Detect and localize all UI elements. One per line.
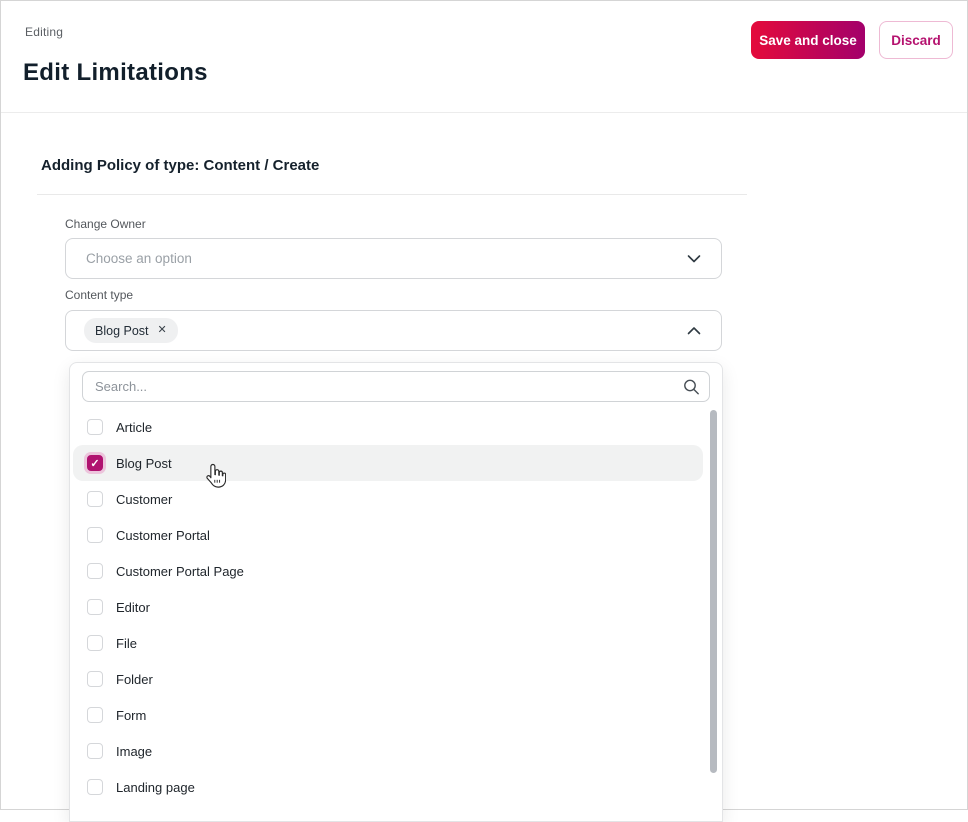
option-checkbox[interactable] xyxy=(87,671,103,687)
option-row[interactable]: Editor xyxy=(73,589,703,625)
option-checkbox[interactable] xyxy=(87,635,103,651)
option-label: Form xyxy=(116,707,147,723)
page-title: Edit Limitations xyxy=(23,59,208,86)
option-label: Editor xyxy=(116,599,150,615)
option-label: File xyxy=(116,635,137,651)
content-type-options: Article Blog Post Customer Customer Port… xyxy=(70,409,722,821)
chip-label: Blog Post xyxy=(95,323,149,338)
change-owner-placeholder: Choose an option xyxy=(86,251,192,266)
option-label: Article xyxy=(116,419,153,435)
scrollbar-thumb[interactable] xyxy=(710,410,717,773)
option-row[interactable]: Customer Portal xyxy=(73,517,703,553)
option-row[interactable]: Article xyxy=(73,409,703,445)
dropdown-scrollbar[interactable] xyxy=(710,409,718,821)
dropdown-search xyxy=(82,371,710,402)
option-label: Folder xyxy=(116,671,153,687)
option-checkbox[interactable] xyxy=(87,455,103,471)
option-row[interactable]: File xyxy=(73,625,703,661)
discard-button[interactable]: Discard xyxy=(879,21,953,59)
search-input[interactable] xyxy=(82,371,710,402)
option-row[interactable]: Image xyxy=(73,733,703,769)
content-type-label: Content type xyxy=(65,288,134,302)
option-checkbox[interactable] xyxy=(87,527,103,543)
option-row[interactable]: Customer xyxy=(73,481,703,517)
option-row[interactable]: Customer Portal Page xyxy=(73,553,703,589)
content-type-select[interactable]: Blog Post ✕ xyxy=(65,310,722,351)
chevron-down-icon xyxy=(685,250,703,268)
option-row[interactable]: Form xyxy=(73,697,703,733)
breadcrumb: Editing xyxy=(25,25,64,39)
option-checkbox[interactable] xyxy=(87,707,103,723)
section-divider xyxy=(37,194,747,195)
selected-chip-blog-post[interactable]: Blog Post ✕ xyxy=(84,318,178,343)
chevron-up-icon xyxy=(685,322,703,340)
option-label: Image xyxy=(116,743,153,759)
option-checkbox[interactable] xyxy=(87,779,103,795)
option-label: Customer xyxy=(116,491,173,507)
option-checkbox[interactable] xyxy=(87,563,103,579)
content-type-dropdown: Article Blog Post Customer Customer Port… xyxy=(69,362,723,822)
chip-remove-icon[interactable]: ✕ xyxy=(158,325,167,336)
option-checkbox[interactable] xyxy=(87,599,103,615)
option-label: Customer Portal xyxy=(116,527,210,543)
save-and-close-button[interactable]: Save and close xyxy=(751,21,865,59)
option-label: Landing page xyxy=(116,779,195,795)
option-label: Blog Post xyxy=(116,455,172,471)
change-owner-select[interactable]: Choose an option xyxy=(65,238,722,279)
option-checkbox[interactable] xyxy=(87,491,103,507)
option-checkbox[interactable] xyxy=(87,743,103,759)
policy-section-title: Adding Policy of type: Content / Create xyxy=(41,157,320,174)
option-row[interactable]: Blog Post xyxy=(73,445,703,481)
option-label: Customer Portal Page xyxy=(116,563,244,579)
change-owner-label: Change Owner xyxy=(65,217,146,231)
option-row[interactable]: Folder xyxy=(73,661,703,697)
option-checkbox[interactable] xyxy=(87,419,103,435)
page-header: Editing Edit Limitations Save and close … xyxy=(1,1,967,113)
option-row[interactable]: Landing page xyxy=(73,769,703,805)
edit-limitations-page: { "header": { "breadcrumb": "Editing", "… xyxy=(0,0,968,822)
